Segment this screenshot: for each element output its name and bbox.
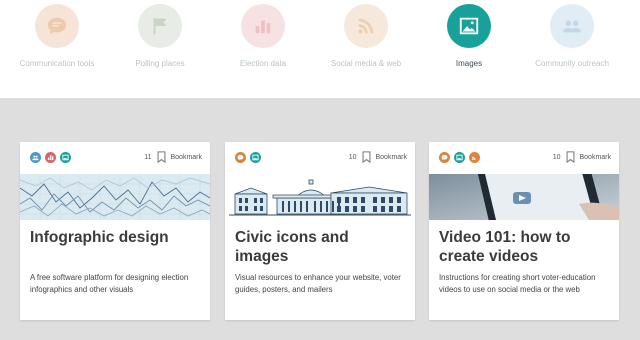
card-header: 11 Bookmark (20, 142, 210, 174)
image-icon (250, 152, 261, 163)
category-label: Communication tools (19, 59, 95, 68)
card-image-phone-video (429, 164, 619, 230)
card-title[interactable]: Civic icons and images (235, 228, 405, 266)
category-communication-tools[interactable]: Communication tools (12, 4, 102, 69)
category-circle (35, 4, 79, 48)
bookmark-count: 10 (348, 153, 357, 161)
image-icon (459, 17, 479, 35)
rss-icon (358, 18, 374, 34)
card-image-civic-buildings (225, 174, 415, 220)
people-icon (562, 20, 582, 33)
bookmark-icon (567, 151, 575, 163)
card-header: 10 Bookmark (225, 142, 415, 174)
category-circle (344, 4, 388, 48)
resource-card-civic-icons[interactable]: 10 Bookmark Civic icons and images Visua… (225, 142, 415, 320)
bookmark-count: 11 (144, 153, 152, 161)
category-images[interactable]: Images (424, 4, 514, 69)
category-circle (241, 4, 285, 48)
speech-bubble-icon (439, 152, 450, 163)
bookmark-label: Bookmark (579, 153, 611, 161)
resource-card-video-101[interactable]: 10 Bookmark Video 101: how to create vid… (429, 142, 619, 320)
bookmark-count: 10 (552, 153, 561, 161)
bookmark-button[interactable]: 11 Bookmark (144, 151, 202, 163)
card-description: Visual resources to enhance your website… (235, 273, 401, 294)
bar-chart-icon (255, 20, 271, 34)
bookmark-button[interactable]: 10 Bookmark (349, 151, 407, 163)
bookmark-button[interactable]: 10 Bookmark (553, 151, 611, 163)
category-circle (550, 4, 594, 48)
card-tags (439, 152, 480, 163)
card-title[interactable]: Infographic design (30, 228, 200, 247)
bookmark-label: Bookmark (170, 153, 202, 161)
category-election-data[interactable]: Election data (218, 4, 308, 69)
bookmark-icon (363, 151, 371, 163)
bar-chart-icon (45, 152, 56, 163)
card-header: 10 Bookmark (429, 142, 619, 174)
rss-icon (469, 152, 480, 163)
category-polling-places[interactable]: Polling places (115, 4, 205, 69)
category-nav: Communication tools Polling places Elect… (0, 0, 640, 98)
bookmark-label: Bookmark (375, 153, 407, 161)
speech-bubble-icon (47, 17, 67, 35)
speech-bubble-icon (235, 152, 246, 163)
category-label: Election data (239, 59, 287, 68)
image-icon (60, 152, 71, 163)
card-tags (30, 152, 71, 163)
image-icon (454, 152, 465, 163)
category-circle (138, 4, 182, 48)
category-community-outreach[interactable]: Community outreach (527, 4, 617, 69)
category-label: Images (455, 59, 483, 68)
category-circle (447, 4, 491, 48)
card-title[interactable]: Video 101: how to create videos (439, 228, 609, 266)
category-label: Community outreach (535, 59, 609, 68)
bookmark-icon (158, 151, 166, 163)
card-image-infographic (20, 174, 210, 220)
category-label: Social media & web (330, 59, 402, 68)
flag-icon (153, 17, 167, 35)
resource-card-infographic-design[interactable]: 11 Bookmark Infographic design A free so… (20, 142, 210, 320)
card-description: Instructions for creating short voter-ed… (439, 273, 596, 294)
category-label: Polling places (135, 59, 185, 68)
people-icon (30, 152, 41, 163)
category-social-media-web[interactable]: Social media & web (321, 4, 411, 69)
card-tags (235, 152, 261, 163)
card-description: A free software platform for designing e… (30, 273, 189, 294)
